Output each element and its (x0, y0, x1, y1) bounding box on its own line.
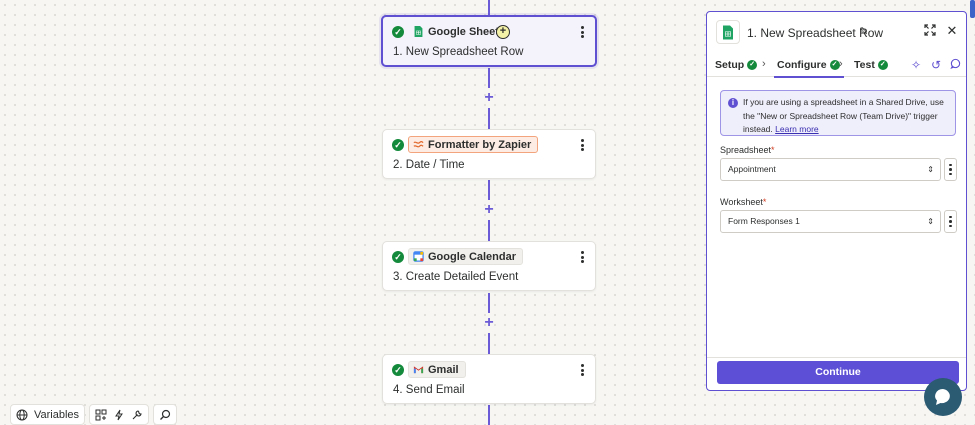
step-card-1[interactable]: ✓ Google Sheets + 1. New Spreadsheet Row (381, 15, 597, 67)
select-arrows-icon: ⇕ (927, 165, 934, 174)
step-card-3[interactable]: ✓ Google Calendar 3. Create Detailed Eve… (382, 241, 596, 291)
expand-icon[interactable] (923, 24, 937, 38)
google-sheets-icon (414, 26, 423, 37)
tab-label: Test (854, 59, 875, 71)
google-calendar-icon (413, 251, 424, 262)
comment-icon[interactable] (950, 58, 961, 72)
panel-tabs: Setup ✓ › Configure ✓ › Test ✓ (707, 53, 966, 78)
spreadsheet-select[interactable]: Appointment ⇕ (720, 158, 941, 181)
add-icon[interactable]: + (496, 25, 510, 39)
label-text: Spreadsheet (720, 145, 772, 155)
chat-icon (935, 389, 950, 405)
step-card-2[interactable]: ✓ Formatter by Zapier 2. Date / Time (382, 129, 596, 179)
ai-sparkle-icon[interactable]: ✧ (911, 58, 921, 72)
check-icon: ✓ (392, 364, 404, 376)
tab-setup[interactable]: Setup ✓ (715, 53, 758, 77)
info-icon: i (728, 98, 738, 108)
chevron-right-icon: › (839, 58, 843, 70)
connector-line (488, 108, 490, 129)
tab-label: Setup (715, 59, 745, 71)
worksheet-options-button[interactable] (944, 210, 957, 233)
apps-grid-icon[interactable] (95, 409, 107, 421)
worksheet-select[interactable]: Form Responses 1 ⇕ (720, 210, 941, 233)
more-options-icon[interactable] (578, 364, 586, 376)
tab-configure[interactable]: Configure ✓ (774, 53, 844, 78)
add-step-button[interactable]: + (481, 202, 497, 218)
variables-label: Variables (34, 408, 80, 421)
window-edge-indicator (970, 0, 975, 18)
gmail-icon (413, 366, 424, 374)
select-arrows-icon: ⇕ (927, 217, 934, 226)
app-badge: Gmail (408, 361, 466, 378)
search-button[interactable] (153, 404, 178, 425)
globe-icon (16, 409, 28, 420)
selected-value: Form Responses 1 (728, 216, 800, 226)
connector-line (488, 180, 490, 200)
search-icon (160, 409, 171, 420)
close-icon[interactable]: ✕ (945, 24, 959, 38)
label-text: Worksheet (720, 197, 763, 207)
step-editor-panel: 1. New Spreadsheet Row ✎ ✕ Setup ✓ › Con… (706, 11, 967, 391)
tab-label: Configure (777, 59, 827, 71)
step-title: 3. Create Detailed Event (393, 271, 519, 283)
step-title: 4. Send Email (393, 384, 465, 396)
lightning-icon[interactable] (113, 409, 125, 421)
edit-title-icon[interactable]: ✎ (859, 25, 868, 38)
variables-button[interactable]: Variables (10, 404, 86, 425)
more-options-icon[interactable] (578, 139, 586, 151)
app-badge: Google Calendar (408, 248, 524, 265)
app-name: Google Calendar (428, 250, 517, 263)
tools-group (89, 404, 150, 425)
step-card-4[interactable]: ✓ Gmail 4. Send Email (382, 354, 596, 404)
footer-divider (707, 357, 966, 358)
shared-drive-info: i If you are using a spreadsheet in a Sh… (720, 90, 956, 136)
connector-line (488, 220, 490, 241)
spreadsheet-label: Spreadsheet* (720, 145, 775, 155)
canvas-toolbar: Variables (10, 404, 178, 425)
connector-line (488, 405, 490, 425)
app-name: Gmail (428, 363, 459, 376)
spreadsheet-options-button[interactable] (944, 158, 957, 181)
google-sheets-icon (716, 20, 740, 44)
selected-value: Appointment (728, 164, 776, 174)
connector-line (488, 68, 490, 88)
required-mark: * (762, 197, 767, 207)
required-mark: * (771, 145, 775, 155)
chat-support-button[interactable] (924, 378, 962, 416)
connector-line (488, 333, 490, 354)
tab-test[interactable]: Test ✓ (854, 53, 888, 77)
continue-button[interactable]: Continue (717, 361, 959, 384)
more-options-icon[interactable] (578, 26, 586, 38)
add-step-button[interactable]: + (481, 90, 497, 106)
step-title: 2. Date / Time (393, 159, 465, 171)
info-text: If you are using a spreadsheet in a Shar… (743, 97, 944, 134)
chevron-right-icon: › (762, 58, 766, 70)
check-icon: ✓ (877, 60, 888, 70)
app-badge: Formatter by Zapier (408, 136, 539, 153)
check-icon: ✓ (392, 251, 404, 263)
connector-line (488, 0, 490, 16)
add-step-button[interactable]: + (481, 315, 497, 331)
check-icon: ✓ (747, 60, 758, 70)
more-options-icon[interactable] (578, 251, 586, 263)
learn-more-link[interactable]: Learn more (775, 124, 818, 134)
app-name: Formatter by Zapier (428, 138, 532, 151)
worksheet-label: Worksheet* (720, 197, 766, 207)
wrench-icon[interactable] (131, 409, 143, 421)
connector-line (488, 293, 490, 313)
panel-header: 1. New Spreadsheet Row ✎ ✕ (707, 12, 966, 52)
step-title: 1. New Spreadsheet Row (393, 46, 524, 58)
app-name: Google Sheets (428, 25, 506, 38)
check-icon: ✓ (392, 139, 404, 151)
refresh-icon[interactable]: ↺ (931, 58, 941, 72)
formatter-icon (413, 141, 424, 148)
check-icon: ✓ (392, 26, 404, 38)
